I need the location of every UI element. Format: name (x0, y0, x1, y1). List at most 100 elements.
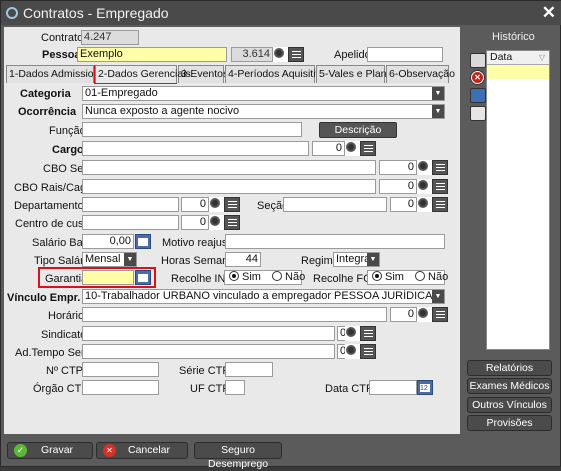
cbo-sefip-code-field[interactable]: 0 (379, 160, 417, 175)
inss-sim-radio[interactable]: Sim (229, 271, 261, 283)
relatorios-button[interactable]: Relatórios (467, 360, 552, 376)
cargo-list-icon[interactable] (360, 141, 376, 156)
chevron-down-icon[interactable]: ▼ (432, 290, 444, 303)
centro-custo-field[interactable] (82, 215, 179, 230)
chevron-down-icon[interactable]: ▼ (432, 87, 444, 100)
centro-custo-label: Centro de custo (15, 218, 93, 230)
departamento-code-field[interactable]: 0 (181, 197, 209, 212)
horario-list-icon[interactable] (432, 307, 448, 322)
pessoa-search-icon[interactable] (273, 47, 289, 62)
centro-custo-search-icon[interactable] (209, 215, 225, 230)
sindicato-field[interactable] (82, 326, 335, 341)
tab-dados-admissionais[interactable]: 1-Dados Admissionais (6, 65, 113, 83)
chevron-down-icon[interactable]: ▼ (367, 253, 379, 266)
garantia-label: Garantia (45, 273, 88, 285)
fgts-sim-radio[interactable]: Sim (372, 271, 404, 283)
garantia-calculator-icon[interactable] (135, 270, 151, 285)
cbo-rais-list-icon[interactable] (432, 179, 448, 194)
descricao-button[interactable]: Descrição (319, 122, 397, 138)
historico-header[interactable]: Data ▽ (487, 51, 549, 65)
outros-vinculos-button[interactable]: Outros Vínculos (467, 397, 552, 413)
close-icon[interactable]: ✕ (542, 3, 556, 23)
apelido-field[interactable] (367, 47, 443, 62)
cargo-search-icon[interactable] (345, 141, 361, 156)
nctps-field[interactable] (82, 362, 159, 377)
adtempo-field[interactable] (82, 344, 335, 359)
vinculo-value: 10-Trabalhador URBANO vinculado a empreg… (85, 290, 444, 302)
orgao-ctps-field[interactable] (82, 380, 159, 395)
departamento-search-icon[interactable] (209, 197, 225, 212)
categoria-value: 01-Empregado (85, 87, 158, 99)
historico-selected-row[interactable] (487, 65, 549, 79)
cargo-code-field[interactable]: 0 (312, 141, 345, 156)
cargo-field[interactable] (82, 141, 309, 156)
regime-select[interactable]: Integral ▼ (333, 252, 380, 267)
horario-field[interactable] (82, 307, 387, 322)
seguro-desemprego-button[interactable]: Seguro Desemprego (194, 442, 282, 470)
pessoa-list-icon[interactable] (288, 47, 304, 62)
data-ctps-field[interactable] (369, 380, 417, 395)
provisoes-button[interactable]: Provisões (467, 415, 552, 431)
historico-grid[interactable]: Data ▽ (486, 50, 550, 350)
tab-dados-gerenciais[interactable]: 2-Dados Gerenciais (95, 65, 191, 83)
calendar-icon[interactable]: 12 (417, 380, 433, 395)
secao-search-icon[interactable] (417, 197, 433, 212)
tab-vales-planos[interactable]: 5-Vales e Planos (316, 65, 398, 83)
cbo-sefip-field[interactable] (82, 160, 376, 175)
cancel-icon: ✕ (103, 444, 116, 457)
sindicato-list-icon[interactable] (360, 326, 376, 341)
exames-medicos-button[interactable]: Exames Médicos (467, 378, 552, 394)
garantia-field[interactable] (82, 270, 134, 285)
tipo-salario-select[interactable]: Mensal ▼ (82, 252, 137, 267)
contratos-window: Contratos - Empregado ✕ Contrato 4.247 P… (0, 0, 561, 470)
new-document-icon[interactable] (470, 53, 486, 68)
funcao-label: Função (49, 125, 86, 137)
salario-base-field[interactable]: 0,00 (82, 234, 134, 249)
filter-icon[interactable]: ▽ (539, 51, 545, 64)
inss-nao-radio[interactable]: Não (272, 271, 305, 283)
horario-code-field[interactable]: 0 (390, 307, 417, 322)
recolhe-fgts-group: Sim Não (367, 270, 448, 285)
chevron-down-icon[interactable]: ▼ (432, 105, 444, 118)
chevron-down-icon[interactable]: ▼ (124, 253, 136, 266)
ocorrencia-select[interactable]: Nunca exposto a agente nocivo ▼ (82, 104, 445, 119)
pessoa-field[interactable]: Exemplo (77, 47, 227, 62)
departamento-field[interactable] (82, 197, 179, 212)
cancelar-button[interactable]: ✕ Cancelar (96, 442, 188, 459)
apelido-label: Apelido (334, 49, 371, 61)
departamento-list-icon[interactable] (224, 197, 240, 212)
salario-calculator-icon[interactable] (135, 234, 151, 249)
secao-list-icon[interactable] (432, 197, 448, 212)
pessoa-code-field[interactable]: 3.614 (231, 47, 273, 62)
sindicato-label: Sindicato (41, 329, 87, 341)
adtempo-list-icon[interactable] (360, 344, 376, 359)
funcao-field[interactable] (82, 122, 302, 137)
tab-periodos-aquisitivos[interactable]: 4-Períodos Aquisitivos (225, 65, 332, 83)
cbo-rais-field[interactable] (82, 179, 376, 194)
centro-custo-list-icon[interactable] (224, 215, 240, 230)
tab-observacao[interactable]: 6-Observação (386, 65, 455, 83)
categoria-label: Categoria (20, 88, 71, 100)
fgts-nao-radio[interactable]: Não (415, 271, 448, 283)
vinculo-select[interactable]: 10-Trabalhador URBANO vinculado a empreg… (82, 289, 445, 304)
gravar-button[interactable]: ✓ Gravar (7, 442, 93, 459)
motivo-reajuste-field[interactable] (225, 234, 445, 249)
secao-code-field[interactable]: 0 (390, 197, 417, 212)
horas-semanais-field[interactable]: 44 (225, 252, 261, 267)
copy-icon[interactable] (470, 106, 486, 121)
cbo-rais-code-field[interactable]: 0 (379, 179, 417, 194)
categoria-select[interactable]: 01-Empregado ▼ (82, 86, 445, 101)
title-bar: Contratos - Empregado ✕ (1, 1, 561, 25)
horario-search-icon[interactable] (417, 307, 433, 322)
cbo-sefip-search-icon[interactable] (417, 160, 433, 175)
centro-custo-code-field[interactable]: 0 (181, 215, 209, 230)
sindicato-search-icon[interactable] (345, 326, 361, 341)
cbo-sefip-list-icon[interactable] (432, 160, 448, 175)
delete-icon[interactable]: ✕ (470, 70, 485, 85)
adtempo-search-icon[interactable] (345, 344, 361, 359)
secao-field[interactable] (283, 197, 387, 212)
cbo-rais-search-icon[interactable] (417, 179, 433, 194)
serie-ctps-field[interactable] (225, 362, 273, 377)
report-icon[interactable] (470, 88, 486, 103)
uf-ctps-field[interactable] (225, 380, 245, 395)
